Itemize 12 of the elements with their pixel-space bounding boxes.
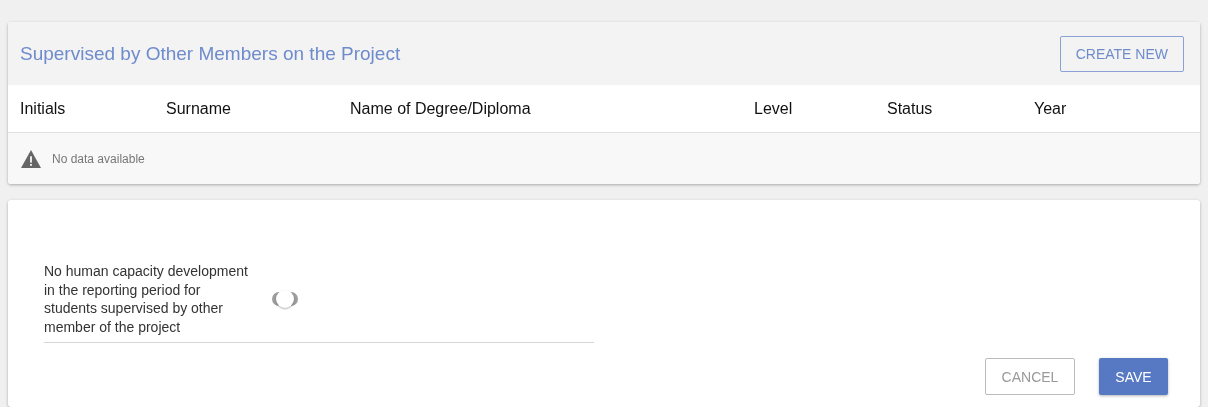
- column-header[interactable]: Status: [887, 99, 1034, 118]
- empty-message: No data available: [52, 151, 145, 166]
- column-header[interactable]: Surname: [166, 99, 350, 118]
- column-header[interactable]: Year: [1034, 99, 1067, 118]
- section-title: Supervised by Other Members on the Project: [20, 42, 401, 65]
- toggle-switch[interactable]: [272, 292, 298, 306]
- column-header[interactable]: Name of Degree/Diploma: [350, 99, 754, 118]
- warning-icon: [20, 148, 42, 169]
- save-button[interactable]: SAVE: [1099, 358, 1168, 395]
- column-header[interactable]: Initials: [20, 99, 166, 118]
- column-header[interactable]: Level: [754, 99, 887, 118]
- toggle-label: No human capacity development in the reporting period for students supervised by other member of the project: [44, 262, 249, 336]
